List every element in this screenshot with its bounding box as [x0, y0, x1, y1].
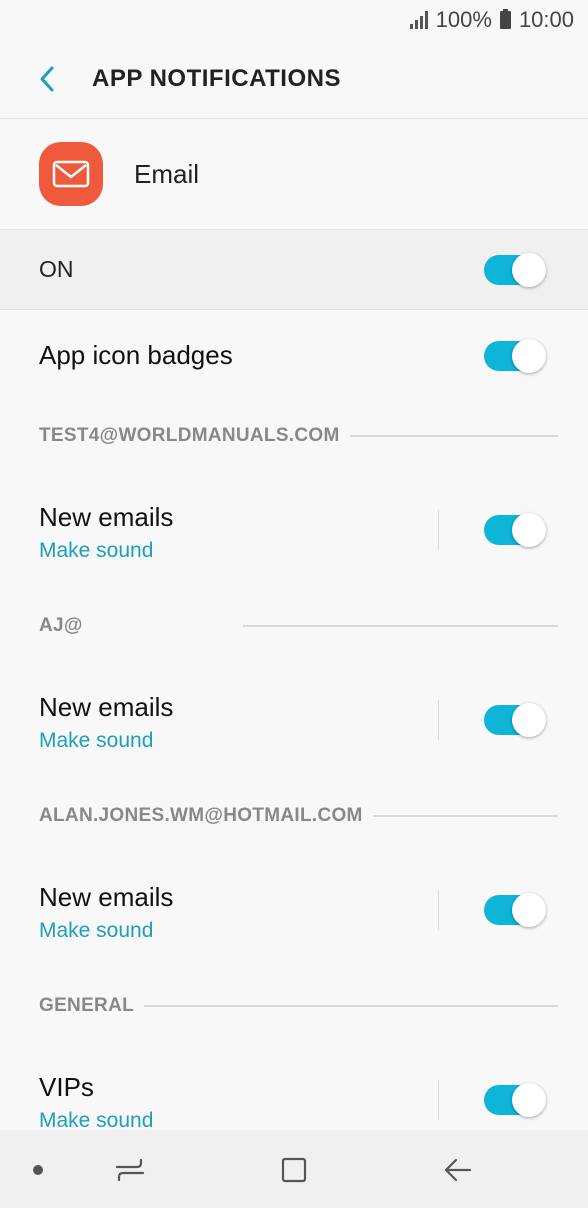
- make-sound-label: Make sound: [39, 729, 154, 752]
- battery-percent: 100%: [435, 7, 492, 32]
- navigation-bar: [0, 1130, 588, 1208]
- section-header-account-1: TEST4@WORLDMANUALS.COM: [39, 421, 558, 451]
- account-2-toggle[interactable]: [484, 703, 546, 737]
- section-title: TEST4@WORLDMANUALS.COM: [39, 425, 340, 446]
- home-square-icon[interactable]: [274, 1150, 314, 1190]
- status-bar: 100% 10:00: [0, 0, 588, 40]
- badges-row[interactable]: App icon badges: [0, 310, 588, 402]
- battery-icon: [499, 9, 511, 29]
- account-1-new-emails-row[interactable]: New emails Make sound: [0, 480, 588, 580]
- section-header-account-2: AJ@: [39, 611, 558, 641]
- recents-icon[interactable]: [110, 1150, 150, 1190]
- account-1-toggle[interactable]: [484, 513, 546, 547]
- page-title: APP NOTIFICATIONS: [92, 65, 341, 92]
- clock: 10:00: [518, 7, 574, 32]
- app-header: Email: [0, 119, 588, 230]
- back-button[interactable]: [22, 54, 72, 104]
- master-switch-label: ON: [39, 256, 74, 282]
- make-sound-label: Make sound: [39, 919, 154, 942]
- account-3-new-emails-row[interactable]: New emails Make sound: [0, 860, 588, 960]
- app-bar: APP NOTIFICATIONS: [0, 40, 588, 119]
- signal-icon: [409, 11, 428, 29]
- master-switch-row[interactable]: ON: [0, 230, 588, 310]
- vips-toggle[interactable]: [484, 1083, 546, 1117]
- new-emails-label: New emails: [39, 502, 174, 532]
- section-header-general: GENERAL: [39, 991, 558, 1021]
- app-name: Email: [134, 158, 200, 189]
- envelope-icon: [39, 142, 103, 206]
- badges-toggle[interactable]: [484, 339, 546, 373]
- back-arrow-icon[interactable]: [438, 1150, 478, 1190]
- section-title: AJ@: [39, 615, 83, 636]
- section-title: ALAN.JONES.WM@HOTMAIL.COM: [39, 805, 363, 826]
- new-emails-label: New emails: [39, 692, 174, 722]
- badges-label: App icon badges: [39, 340, 233, 370]
- vips-label: VIPs: [39, 1072, 94, 1102]
- account-2-new-emails-row[interactable]: New emails Make sound: [0, 670, 588, 770]
- new-emails-label: New emails: [39, 882, 174, 912]
- back-chevron-icon: [40, 66, 54, 92]
- account-3-toggle[interactable]: [484, 893, 546, 927]
- section-title: GENERAL: [39, 995, 134, 1016]
- section-header-account-3: ALAN.JONES.WM@HOTMAIL.COM: [39, 801, 558, 831]
- master-toggle[interactable]: [484, 253, 546, 287]
- dot-icon[interactable]: [18, 1150, 58, 1190]
- make-sound-label: Make sound: [39, 539, 154, 562]
